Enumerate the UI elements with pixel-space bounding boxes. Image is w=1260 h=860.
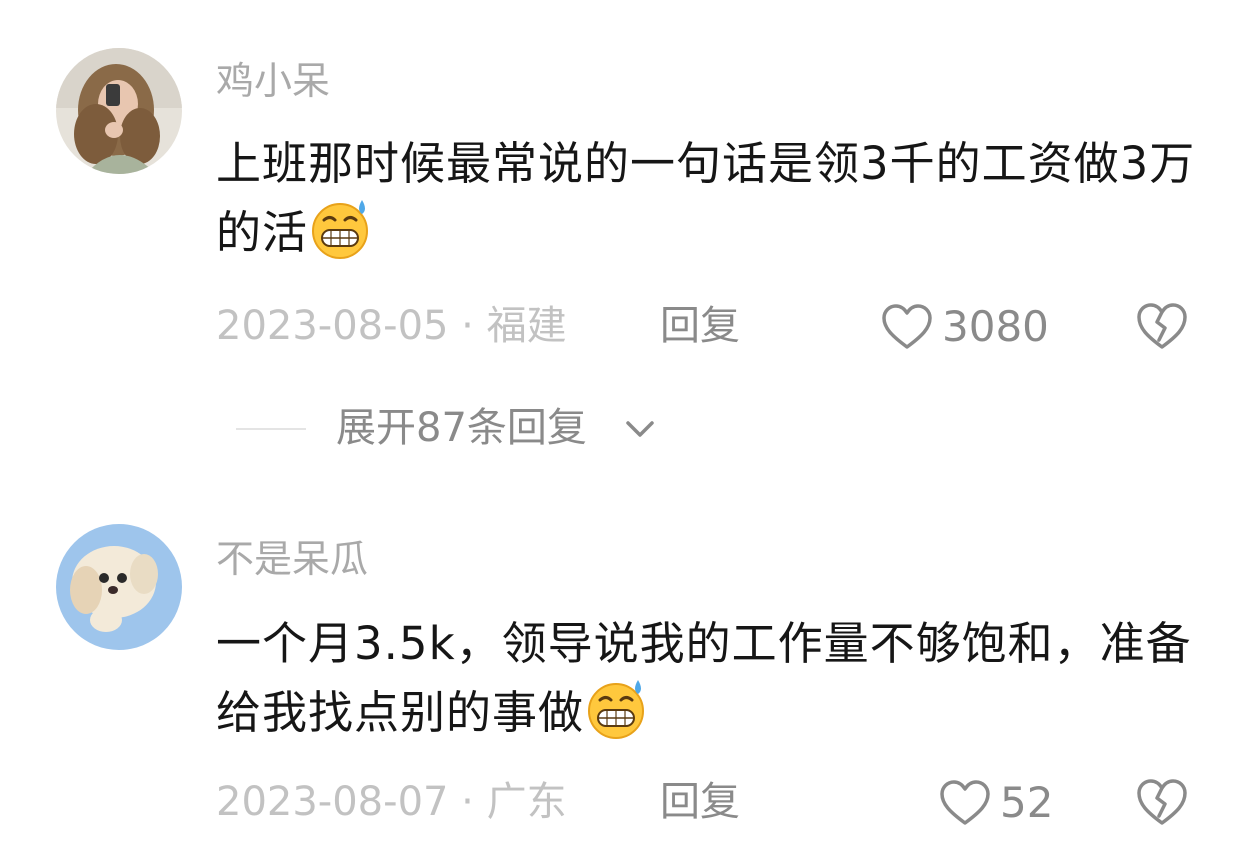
date-location: 2023-08-07 · 广东 [216,779,567,825]
comment-text-content: 一个月3.5k，领导说我的工作量不够饱和，准备给我找点别的事做 [216,617,1192,739]
grimacing-sweat-emoji-icon [310,198,372,260]
expand-replies-label: 展开87条回复 [336,405,587,451]
reply-button[interactable]: 回复 [660,296,740,356]
like-button[interactable]: 52 [938,778,1053,828]
expand-replies-button[interactable]: 展开87条回复 [236,398,836,458]
username[interactable]: 鸡小呆 [216,62,330,100]
heart-icon [940,780,990,825]
like-button[interactable]: 3080 [880,302,1049,352]
broken-heart-icon [1137,303,1187,349]
heart-icon [882,304,932,349]
broken-heart-icon [1137,779,1187,825]
comment-meta: 2023-08-05 · 福建 回复 3080 [216,296,1216,356]
username[interactable]: 不是呆瓜 [216,540,368,578]
like-count: 52 [1000,778,1054,827]
dislike-button[interactable] [1134,300,1190,352]
chevron-down-icon [626,421,654,437]
avatar[interactable] [56,524,182,650]
reply-button[interactable]: 回复 [660,772,740,832]
comment-meta: 2023-08-07 · 广东 回复 52 [216,772,1216,832]
comment-text: 上班那时候最常说的一句话是领3千的工资做3万的活 [216,130,1206,267]
date-location: 2023-08-05 · 福建 [216,303,567,349]
comment-item: 鸡小呆 上班那时候最常说的一句话是领3千的工资做3万的活 2023-08-05 … [0,0,1260,451]
comment-text: 一个月3.5k，领导说我的工作量不够饱和，准备给我找点别的事做 [216,610,1206,747]
avatar[interactable] [56,48,182,174]
like-count: 3080 [942,302,1049,351]
dislike-button[interactable] [1134,776,1190,828]
expand-divider [236,428,306,430]
grimacing-sweat-emoji-icon [586,678,648,740]
